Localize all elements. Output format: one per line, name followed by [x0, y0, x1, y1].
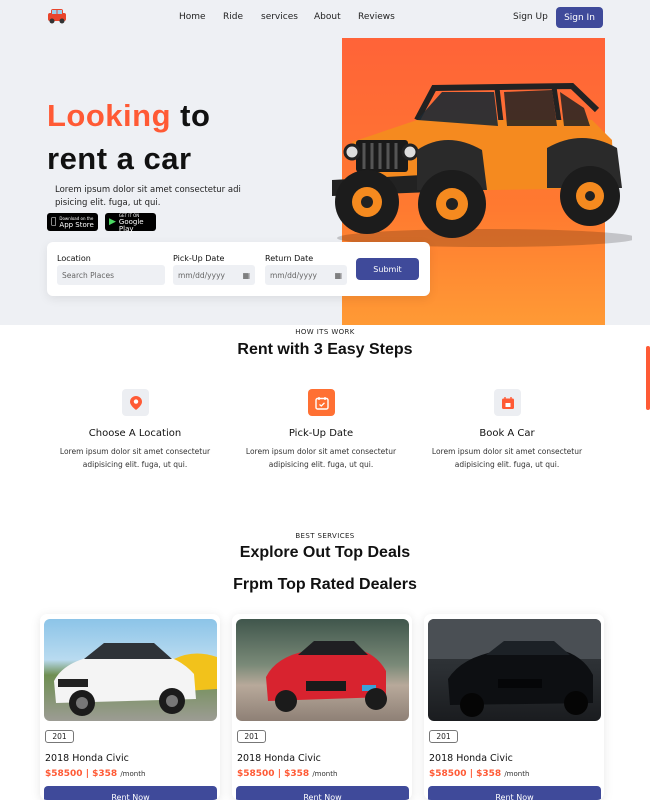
step-1-title: Choose A Location: [88, 428, 182, 439]
location-input[interactable]: Search Places: [57, 265, 165, 285]
calendar-icon[interactable]: ▦: [334, 271, 342, 280]
nav-reviews[interactable]: Reviews: [358, 12, 395, 22]
location-label: Location: [57, 254, 91, 263]
price-value: $58500 | $358: [237, 769, 310, 779]
car-price: $58500 | $358 /month: [429, 769, 529, 779]
google-play-button[interactable]: ▶ GET IT ON Google Play: [105, 212, 156, 233]
nav-ride[interactable]: Ride: [223, 12, 243, 22]
price-period: /month: [120, 770, 146, 778]
pickup-date-label: Pick-Up Date: [173, 254, 225, 263]
car-price: $58500 | $358 /month: [237, 769, 337, 779]
rent-now-button[interactable]: Rent Now: [44, 786, 217, 800]
jeep-image: [332, 82, 632, 247]
scrollbar-thumb[interactable]: [646, 346, 650, 410]
nav-about[interactable]: About: [314, 12, 341, 22]
deal-card[interactable]: 201 2018 Honda Civic $58500 | $358 /mont…: [232, 614, 412, 800]
pickup-date-input[interactable]: mm/dd/yyyy ▦: [173, 265, 255, 285]
calendar-icon[interactable]: ▦: [242, 271, 250, 280]
price-value: $58500 | $358: [429, 769, 502, 779]
hero-section: Home Ride services About Reviews Sign Up…: [0, 0, 650, 325]
deals-eyebrow: BEST SERVICES: [295, 532, 355, 540]
return-date-label: Return Date: [265, 254, 314, 263]
sign-up-link[interactable]: Sign Up: [513, 12, 548, 22]
logo-car-icon[interactable]: [47, 7, 67, 24]
car-image: [236, 619, 409, 721]
google-play-text: GET IT ON Google Play: [119, 212, 152, 233]
how-eyebrow: HOW ITS WORK: [295, 328, 355, 336]
rent-now-button[interactable]: Rent Now: [428, 786, 601, 800]
listing-badge: 201: [429, 730, 458, 743]
how-title: Rent with 3 Easy Steps: [237, 341, 413, 358]
hero-title-rest: to: [180, 98, 211, 133]
apple-icon: : [51, 217, 56, 227]
price-period: /month: [312, 770, 338, 778]
step-3-title: Book A Car: [479, 428, 535, 439]
deals-title-line2: Frpm Top Rated Dealers: [233, 576, 417, 593]
price-period: /month: [504, 770, 530, 778]
location-pin-icon: [122, 389, 149, 416]
app-store-big: App Store: [54, 221, 93, 229]
car-name: 2018 Honda Civic: [429, 753, 513, 764]
car-name: 2018 Honda Civic: [45, 753, 129, 764]
hero-description: Lorem ipsum dolor sit amet consectetur a…: [55, 185, 241, 208]
nav-home[interactable]: Home: [179, 12, 206, 22]
car-image: [44, 619, 217, 721]
deal-card[interactable]: 201 2018 Honda Civic $58500 | $358 /mont…: [424, 614, 604, 800]
calendar-check-icon: [308, 389, 335, 416]
nav-services[interactable]: services: [261, 12, 298, 22]
deals-title-line1: Explore Out Top Deals: [239, 544, 411, 561]
app-store-button[interactable]:  Download on the App Store: [47, 213, 98, 231]
price-value: $58500 | $358: [45, 769, 118, 779]
deal-card[interactable]: 201 2018 Honda Civic $58500 | $358 /mont…: [40, 614, 220, 800]
listing-badge: 201: [45, 730, 74, 743]
return-date-input[interactable]: mm/dd/yyyy ▦: [265, 265, 347, 285]
hero-title-line2: rent a car: [47, 141, 192, 176]
rent-now-button[interactable]: Rent Now: [236, 786, 409, 800]
step-2-title: Pick-Up Date: [288, 428, 354, 439]
play-icon: ▶: [109, 217, 116, 227]
booking-search-card: Location Search Places Pick-Up Date mm/d…: [47, 242, 430, 296]
google-play-big: Google Play: [118, 217, 144, 233]
step-1-text: Lorem ipsum dolor sit amet consectetur a…: [59, 447, 211, 469]
car-price: $58500 | $358 /month: [45, 769, 145, 779]
return-date-value: mm/dd/yyyy: [270, 270, 317, 280]
listing-badge: 201: [237, 730, 266, 743]
calendar-star-icon: [494, 389, 521, 416]
submit-button[interactable]: Submit: [356, 258, 419, 280]
step-3-text: Lorem ipsum dolor sit amet consectetur a…: [431, 447, 583, 469]
step-2-text: Lorem ipsum dolor sit amet consectetur a…: [245, 447, 397, 469]
location-placeholder: Search Places: [62, 270, 114, 280]
app-store-text: Download on the App Store: [59, 215, 93, 229]
hero-title-accent: Looking: [47, 98, 172, 133]
sign-in-button[interactable]: Sign In: [556, 7, 603, 28]
hero-title-line1: Looking to: [47, 98, 210, 134]
pickup-date-value: mm/dd/yyyy: [178, 270, 225, 280]
car-name: 2018 Honda Civic: [237, 753, 321, 764]
car-image: [428, 619, 601, 721]
